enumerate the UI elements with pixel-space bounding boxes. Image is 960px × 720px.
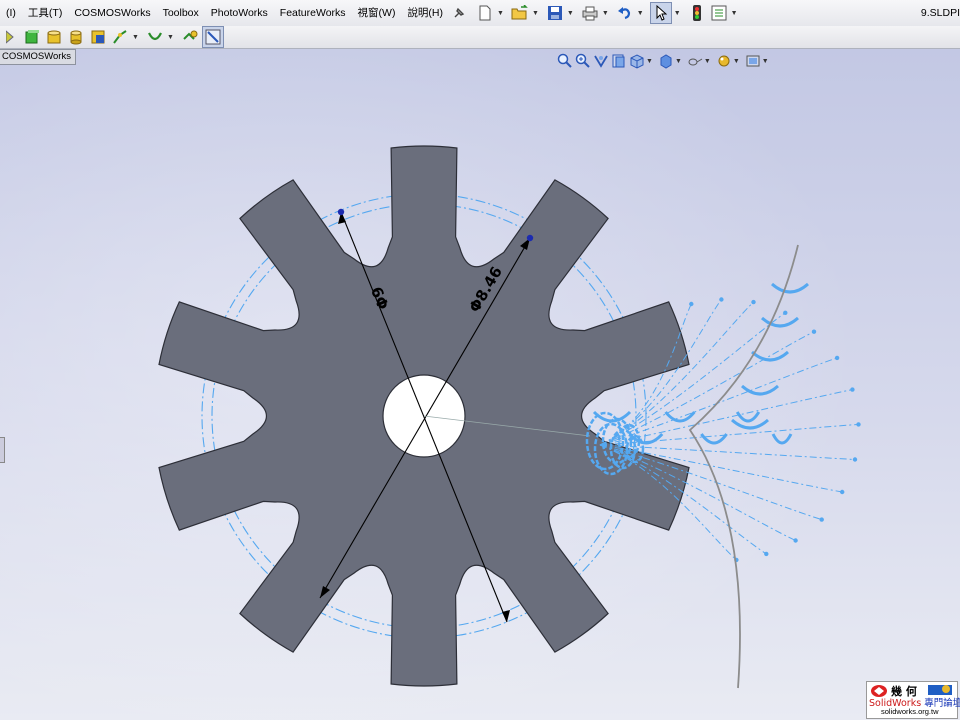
curve-icon[interactable] [145, 27, 165, 47]
chevron-down-icon[interactable]: ▼ [646, 58, 653, 65]
construction-endpoint [819, 517, 824, 522]
forum-logo: 幾 何 SolidWorks 專門論壇 solidworks.org.tw [866, 681, 960, 719]
construction-endpoint [783, 310, 788, 315]
graphics-viewport[interactable]: Φ9 Φ8.46 [0, 49, 960, 720]
previous-view-icon[interactable] [592, 52, 610, 70]
chevron-down-icon[interactable]: ▼ [167, 34, 174, 41]
convert-icon[interactable] [180, 27, 200, 47]
construction-endpoint [852, 457, 858, 462]
chevron-down-icon[interactable]: ▼ [532, 10, 539, 17]
cosmos-tab-label: COSMOSWorks [2, 51, 71, 62]
menu-item-photoworks[interactable]: PhotoWorks [205, 0, 274, 26]
display-style-icon[interactable] [657, 52, 675, 70]
menu-bar: (I) 工具(T) COSMOSWorks Toolbox PhotoWorks… [0, 0, 960, 27]
chevron-down-icon[interactable]: ▼ [132, 34, 139, 41]
construction-endpoint [751, 299, 756, 305]
fixture-icon[interactable] [44, 27, 64, 47]
construction-endpoint [856, 422, 861, 427]
open-folder-icon[interactable] [510, 3, 530, 23]
chevron-down-icon[interactable]: ▼ [567, 10, 574, 17]
menu-item-window[interactable]: 視窗(W) [352, 0, 402, 26]
zoom-area-icon[interactable] [574, 52, 592, 70]
section-view-icon[interactable] [610, 52, 628, 70]
menu-item-help[interactable]: 說明(H) [401, 0, 449, 26]
construction-endpoint [850, 387, 855, 392]
print-icon[interactable] [580, 3, 600, 23]
sketch-relations-icon[interactable] [110, 27, 130, 47]
zoom-fit-icon[interactable] [556, 52, 574, 70]
logo-url: solidworks.org.tw [881, 707, 939, 716]
construction-endpoint [834, 355, 840, 361]
chevron-down-icon[interactable]: ▼ [675, 58, 682, 65]
scene-icon[interactable] [744, 52, 762, 70]
panel-splitter-handle[interactable] [0, 437, 5, 463]
traffic-light-icon[interactable] [687, 3, 707, 23]
menu-item-tools[interactable]: 工具(T) [22, 0, 68, 26]
standard-toolbar: ▼ ▼ ▼ ▼ ▼ ▼ ▼ [475, 0, 744, 26]
save-icon[interactable] [545, 3, 565, 23]
construction-endpoint [840, 489, 845, 495]
chevron-down-icon[interactable]: ▼ [762, 58, 769, 65]
construction-endpoint [719, 297, 724, 302]
construction-endpoint [811, 329, 817, 334]
cylinder-icon[interactable] [66, 27, 86, 47]
construction-endpoint [689, 301, 694, 307]
appearance-icon[interactable] [715, 52, 733, 70]
menu-item-featureworks[interactable]: FeatureWorks [274, 0, 352, 26]
chevron-down-icon[interactable]: ▼ [602, 10, 609, 17]
window-title: 9.SLDPI [920, 7, 960, 19]
dimension-point[interactable] [526, 234, 534, 242]
cosmos-toolbar: ▼ ▼ [0, 26, 960, 49]
chevron-down-icon[interactable]: ▼ [733, 58, 740, 65]
new-document-icon[interactable] [475, 3, 495, 23]
menu-item-cosmosworks[interactable]: COSMOSWorks [68, 0, 156, 26]
pin-icon[interactable] [449, 3, 469, 23]
menu-item-partial-i[interactable]: (I) [0, 0, 22, 26]
undo-icon[interactable] [615, 3, 635, 23]
chevron-down-icon[interactable]: ▼ [497, 10, 504, 17]
view-orientation-icon[interactable] [628, 52, 646, 70]
construction-endpoint [793, 538, 798, 543]
options-list-icon[interactable] [709, 3, 729, 23]
hide-show-icon[interactable] [686, 52, 704, 70]
construction-endpoint [764, 551, 769, 557]
view-toolbar: ▼ ▼ ▼ ▼ ▼ [556, 52, 773, 70]
main-menu: (I) 工具(T) COSMOSWorks Toolbox PhotoWorks… [0, 0, 471, 26]
menu-item-toolbox[interactable]: Toolbox [157, 0, 205, 26]
toggle-sketch-icon[interactable] [201, 26, 224, 48]
cone-icon[interactable] [0, 27, 20, 47]
dimension-point[interactable] [337, 208, 345, 216]
chevron-down-icon[interactable]: ▼ [637, 10, 644, 17]
chevron-down-icon[interactable]: ▼ [704, 58, 711, 65]
cosmos-tab[interactable]: COSMOSWorks [0, 49, 76, 65]
chevron-down-icon[interactable]: ▼ [674, 10, 681, 17]
mesh-icon[interactable] [88, 27, 108, 47]
select-pointer-icon[interactable] [649, 2, 672, 24]
chevron-down-icon[interactable]: ▼ [731, 10, 738, 17]
material-icon[interactable] [22, 27, 42, 47]
